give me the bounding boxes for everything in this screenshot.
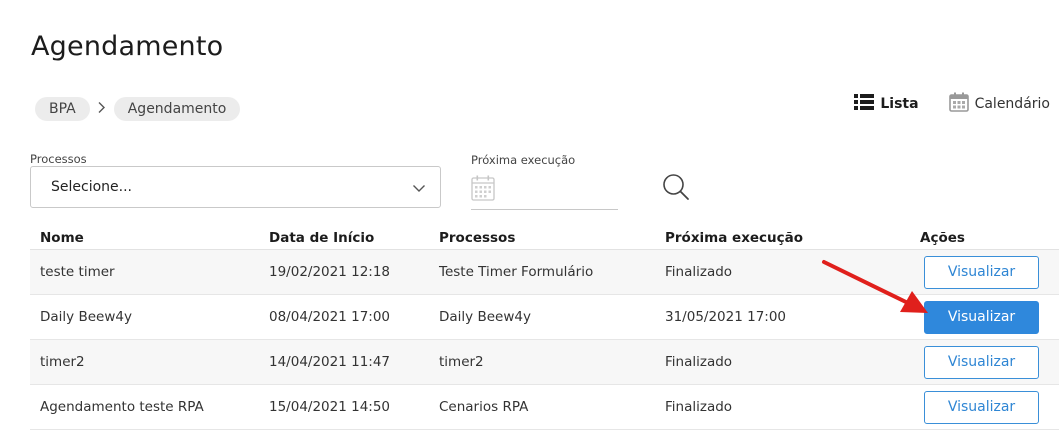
calendar-icon [948, 92, 969, 116]
calendar-view-button[interactable]: Calendário [948, 92, 1050, 116]
breadcrumb-item-bpa[interactable]: BPA [35, 97, 90, 121]
cell-processos: Teste Timer Formulário [439, 264, 594, 280]
cell-processos: Daily Beew4y [439, 309, 531, 325]
cell-processos: timer2 [439, 354, 484, 370]
cell-data-inicio: 19/02/2021 12:18 [269, 264, 391, 280]
processes-select[interactable]: Selecione... [30, 166, 441, 208]
cell-processos: Cenarios RPA [439, 399, 529, 415]
cell-nome: Agendamento teste RPA [40, 399, 204, 415]
processes-label: Processos [30, 152, 87, 166]
next-execution-date-input[interactable] [471, 170, 618, 210]
table-header: Nome Data de Início Processos Próxima ex… [30, 226, 1059, 250]
cell-nome: timer2 [40, 354, 85, 370]
next-execution-label: Próxima execução [471, 153, 576, 167]
calendar-grid-icon[interactable] [471, 175, 495, 205]
cell-nome: teste timer [40, 264, 115, 280]
breadcrumb-item-agendamento[interactable]: Agendamento [113, 97, 241, 121]
header-processos: Processos [439, 229, 516, 246]
table-row: Agendamento teste RPA 15/04/2021 14:50 C… [30, 385, 1059, 430]
processes-select-value: Selecione... [51, 179, 132, 195]
list-icon [854, 94, 875, 114]
header-nome: Nome [40, 229, 84, 246]
list-view-label: Lista [880, 96, 919, 112]
breadcrumb: BPA Agendamento [35, 97, 241, 121]
table-row: timer2 14/04/2021 11:47 timer2 Finalizad… [30, 340, 1059, 385]
cell-nome: Daily Beew4y [40, 309, 132, 325]
calendar-view-label: Calendário [974, 96, 1050, 112]
chevron-down-icon [412, 180, 426, 199]
view-button[interactable]: Visualizar [924, 255, 1039, 289]
list-view-button[interactable]: Lista [854, 93, 919, 115]
cell-data-inicio: 15/04/2021 14:50 [269, 399, 391, 415]
schedules-table: Nome Data de Início Processos Próxima ex… [30, 226, 1059, 430]
header-acoes: Ações [920, 229, 965, 246]
cell-proxima-execucao: Finalizado [665, 399, 733, 415]
view-button[interactable]: Visualizar [924, 390, 1039, 424]
header-data-inicio: Data de Início [269, 229, 375, 246]
search-icon [662, 174, 690, 205]
page-title: Agendamento [31, 31, 224, 62]
arrow-annotation-icon [822, 260, 928, 313]
header-proxima-execucao: Próxima execução [665, 229, 804, 246]
breadcrumb-separator-icon [90, 101, 114, 118]
cell-proxima-execucao: Finalizado [665, 354, 733, 370]
search-button[interactable] [662, 173, 690, 205]
view-button-highlighted[interactable]: Visualizar [924, 300, 1039, 334]
cell-data-inicio: 14/04/2021 11:47 [269, 354, 391, 370]
view-button[interactable]: Visualizar [924, 345, 1039, 379]
cell-data-inicio: 08/04/2021 17:00 [269, 309, 391, 325]
view-switch: Lista Calendário [854, 92, 1050, 116]
